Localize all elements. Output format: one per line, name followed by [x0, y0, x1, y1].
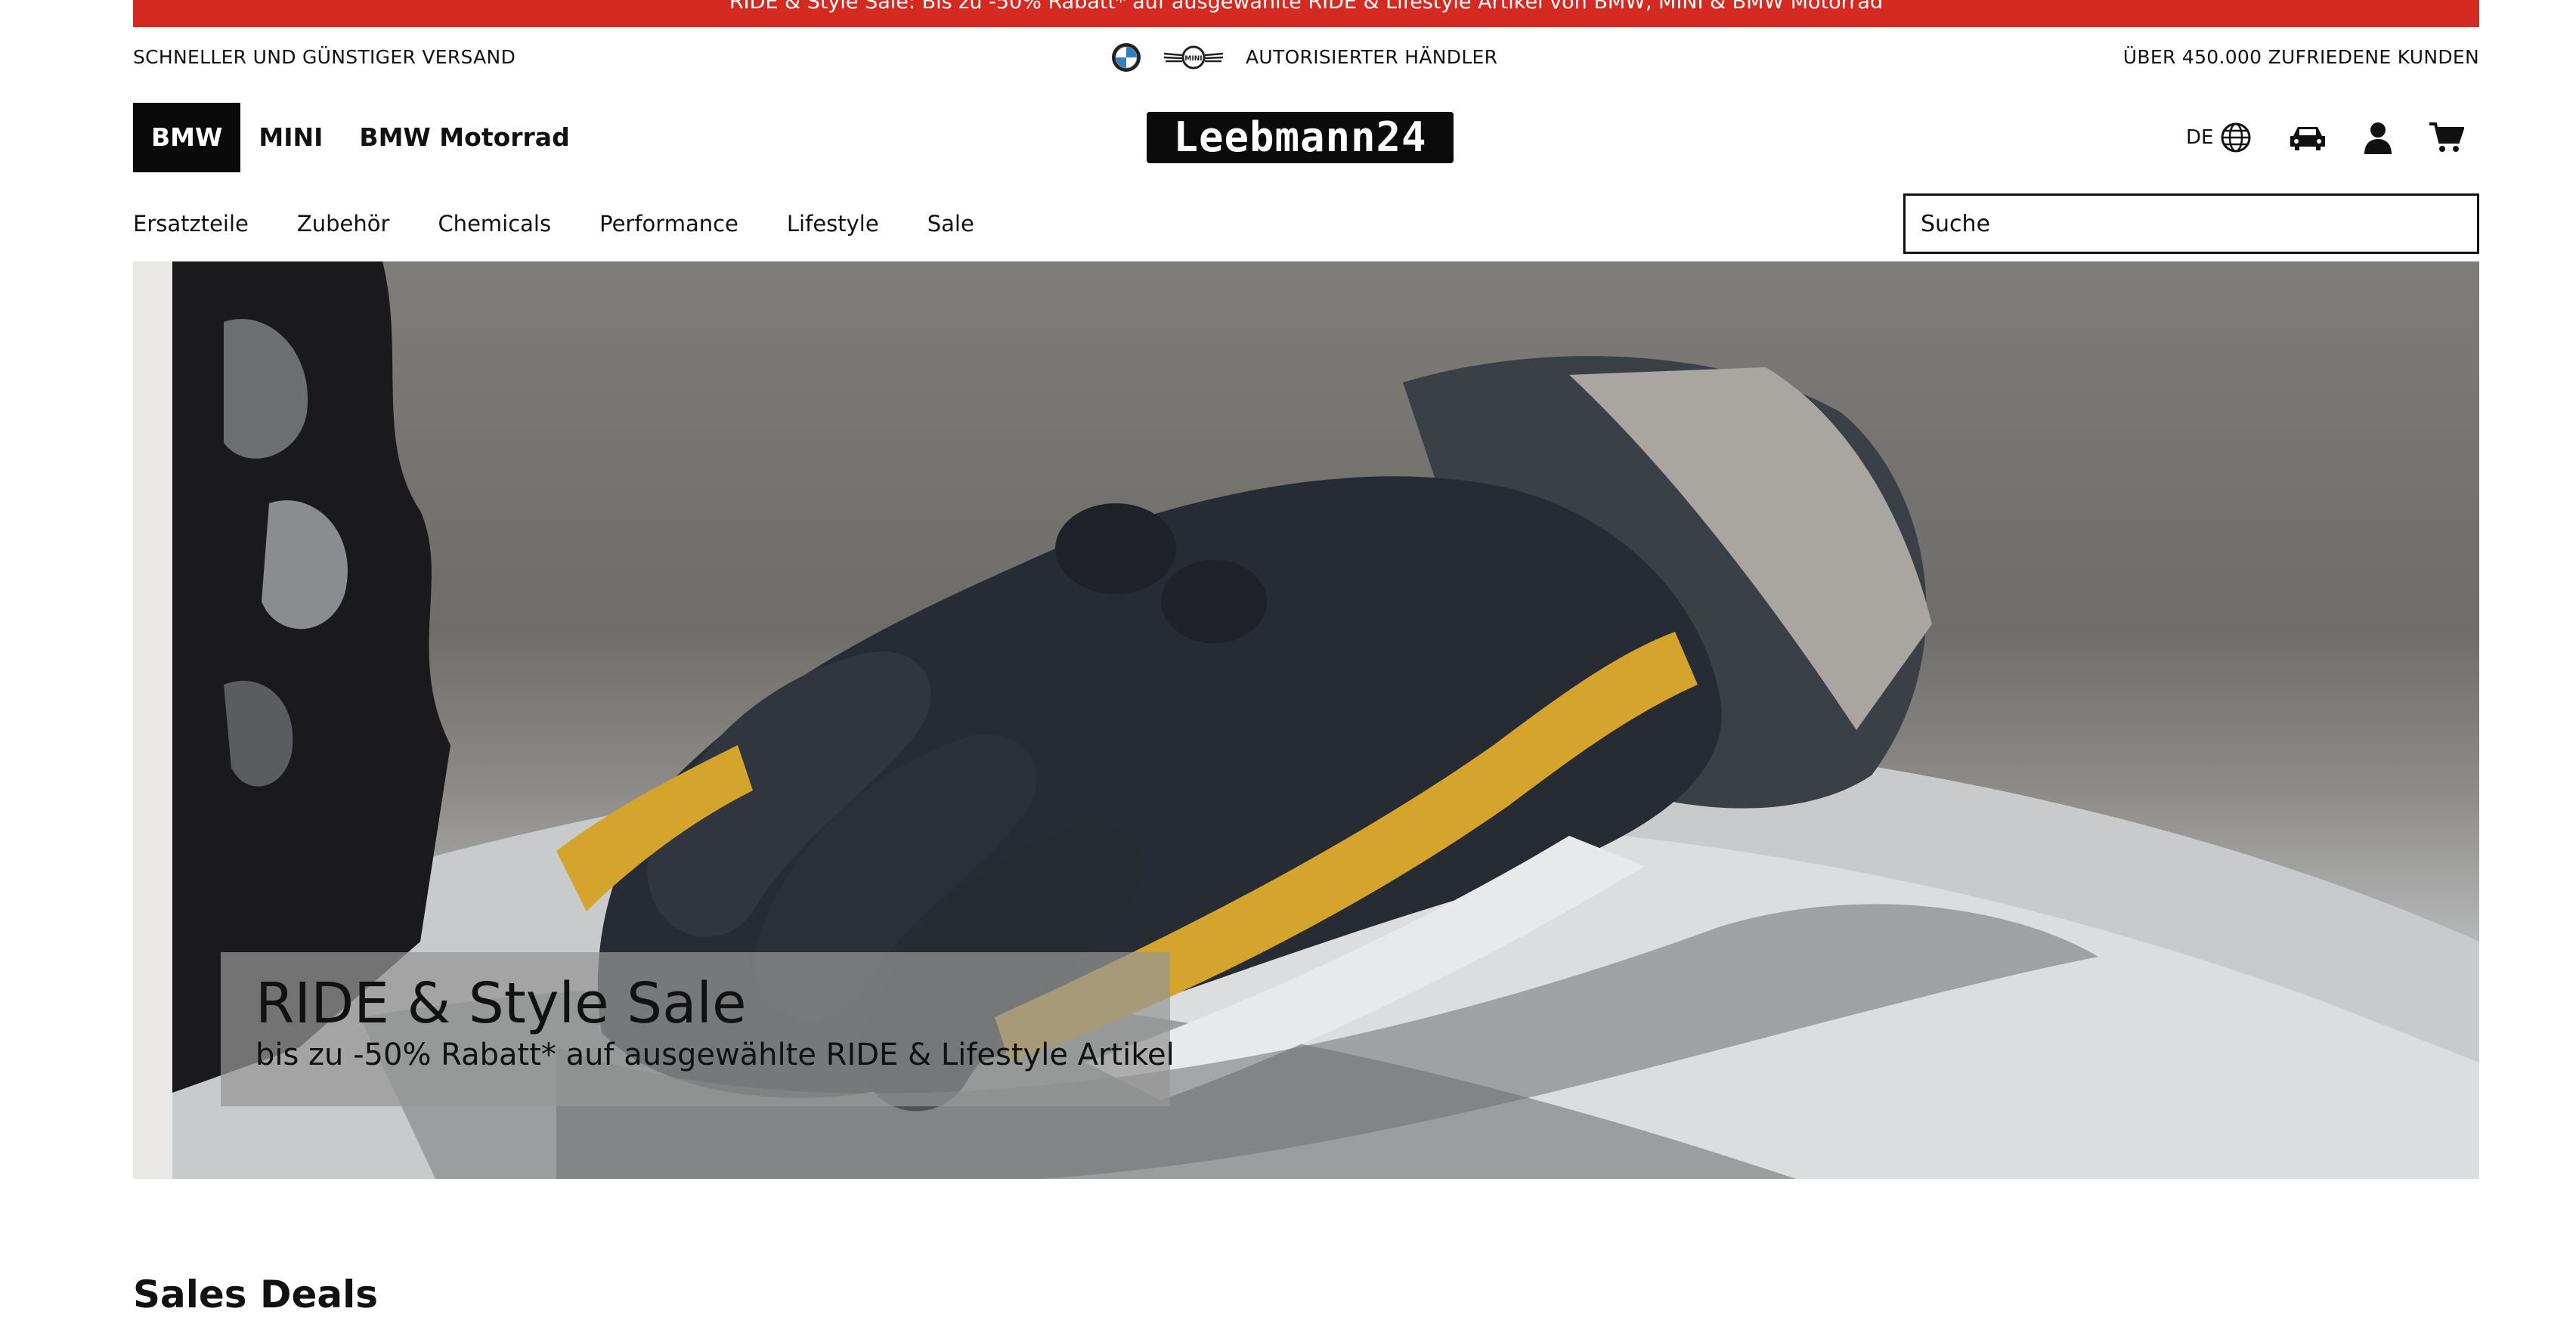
mini-logo-icon: MINI [1163, 45, 1224, 70]
promo-banner[interactable]: RIDE & Style Sale: Bis zu -50% Rabatt* a… [133, 0, 2479, 27]
site-logo-text: Leebmann24 [1173, 113, 1427, 161]
search-input[interactable] [1903, 193, 2479, 254]
main-nav: Ersatzteile Zubehör Chemicals Performanc… [133, 206, 1023, 242]
usp-shipping: SCHNELLER UND GÜNSTIGER VERSAND [133, 46, 516, 68]
car-icon [2290, 127, 2326, 150]
bmw-logo-icon [1112, 43, 1141, 72]
sales-deals-heading: Sales Deals [133, 1273, 379, 1316]
cart-button[interactable] [2428, 121, 2465, 154]
nav-item-zubehoer[interactable]: Zubehör [297, 211, 390, 237]
nav-item-sale[interactable]: Sale [927, 211, 974, 237]
vehicle-button[interactable] [2287, 122, 2328, 153]
header-actions: DE [2186, 115, 2465, 160]
brand-tab-bmw-motorrad[interactable]: BMW Motorrad [341, 103, 587, 172]
usp-dealer-label: AUTORISIERTER HÄNDLER [1246, 46, 1498, 68]
svg-text:MINI: MINI [1184, 55, 1202, 63]
hero-banner[interactable]: RIDE & Style Sale bis zu -50% Rabatt* au… [133, 261, 2479, 1179]
language-selector[interactable]: DE [2186, 121, 2252, 154]
site-logo[interactable]: Leebmann24 [1147, 112, 1454, 163]
usp-customers: ÜBER 450.000 ZUFRIEDENE KUNDEN [2122, 46, 2479, 68]
nav-item-performance[interactable]: Performance [599, 211, 738, 237]
cart-icon [2429, 122, 2465, 152]
hero-subtitle: bis zu -50% Rabatt* auf ausgewählte RIDE… [255, 1038, 1175, 1072]
brand-tab-bmw[interactable]: BMW [133, 103, 241, 172]
account-icon [2364, 122, 2392, 154]
globe-icon [2221, 122, 2251, 153]
nav-item-ersatzteile[interactable]: Ersatzteile [133, 211, 249, 237]
hero-caption: RIDE & Style Sale bis zu -50% Rabatt* au… [221, 952, 1175, 1106]
brand-tab-mini[interactable]: MINI [240, 103, 341, 172]
brand-tabs: BMW MINI BMW Motorrad [133, 103, 588, 172]
nav-item-lifestyle[interactable]: Lifestyle [787, 211, 879, 237]
usp-dealer: MINI AUTORISIERTER HÄNDLER [1111, 41, 1497, 74]
nav-item-chemicals[interactable]: Chemicals [438, 211, 551, 237]
promo-text: RIDE & Style Sale: Bis zu -50% Rabatt* a… [729, 0, 1884, 14]
account-button[interactable] [2363, 121, 2393, 154]
language-label: DE [2186, 126, 2214, 149]
hero-title: RIDE & Style Sale [255, 971, 747, 1036]
